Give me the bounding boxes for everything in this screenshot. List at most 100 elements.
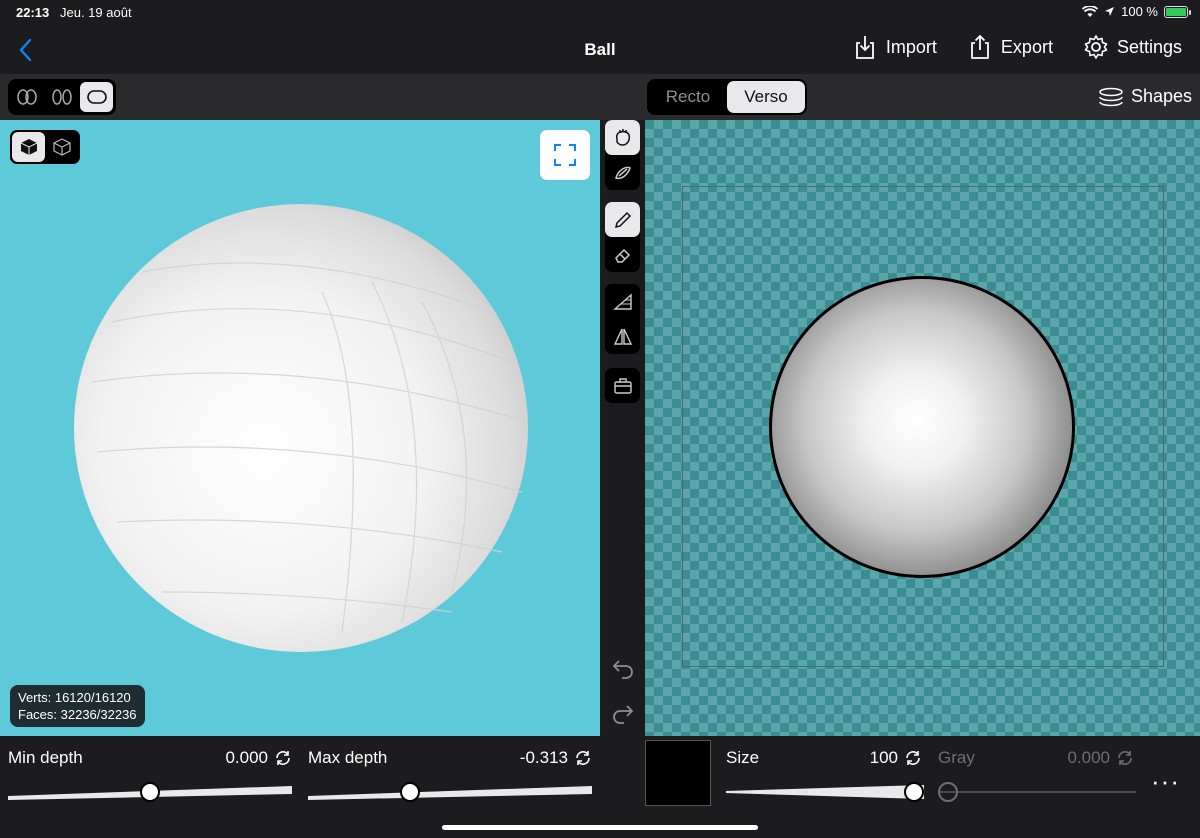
gray-value-group: 0.000: [1067, 748, 1134, 768]
size-label: Size: [726, 748, 760, 767]
gray-slider[interactable]: [938, 782, 1136, 802]
max-depth-value-group: -0.313: [520, 748, 592, 768]
min-depth-value-group: 0.000: [225, 748, 292, 768]
gray-value: 0.000: [1067, 748, 1110, 767]
size-knob[interactable]: [904, 782, 924, 802]
smooth-tool[interactable]: [605, 155, 640, 190]
gradient-tool[interactable]: [605, 284, 640, 319]
status-right: 100 %: [1082, 4, 1191, 19]
solid-cube-icon: [20, 139, 37, 155]
verso-option[interactable]: Verso: [727, 81, 805, 113]
recto-verso-control: Recto Verso: [647, 79, 807, 115]
size-value: 100: [869, 748, 898, 767]
eraser-icon: [614, 248, 630, 263]
export-button[interactable]: Export: [967, 34, 1053, 60]
undo-icon[interactable]: [610, 655, 636, 681]
max-depth-control: Max depth -0.313: [308, 736, 598, 836]
toolbox-tool[interactable]: [605, 368, 640, 403]
tool-group-gradient: [605, 284, 640, 354]
canvas-toolbar: Recto Verso Shapes: [645, 74, 1200, 120]
tool-group-draw: [605, 202, 640, 272]
fullscreen-icon: [554, 144, 576, 166]
size-slider[interactable]: [726, 782, 924, 802]
import-button[interactable]: Import: [852, 34, 937, 60]
status-bar: 22:13 Jeu. 19 août 100 %: [0, 0, 1200, 26]
nav-bar: Ball Import Export Settings: [0, 26, 1200, 74]
pencil-tool[interactable]: [605, 202, 640, 237]
export-icon: [971, 34, 989, 59]
bottom-controls: Min depth 0.000 Max depth -0.313 Size 10…: [0, 736, 1200, 838]
sculpt-tool[interactable]: [605, 120, 640, 155]
faces-count: Faces: 32236/32236: [18, 707, 137, 722]
double-oval-icon: [17, 89, 38, 105]
tool-group-shapes: [605, 120, 640, 190]
gradient-ramp-icon: [612, 292, 632, 310]
reset-min-depth-icon[interactable]: [274, 749, 292, 767]
min-depth-control: Min depth 0.000: [8, 736, 298, 836]
tool-column: [600, 120, 645, 736]
toolbox-icon: [613, 377, 632, 394]
reset-max-depth-icon[interactable]: [574, 749, 592, 767]
mode-capsule-option[interactable]: [80, 82, 114, 112]
mode-segmented-control: [8, 79, 116, 115]
shapes-label: Shapes: [1130, 86, 1192, 106]
depth-map-ball: [769, 276, 1075, 578]
max-depth-slider[interactable]: [308, 782, 592, 802]
battery-percent: 100 %: [1121, 4, 1158, 19]
tool-group-toolbox: [605, 368, 640, 403]
depth-canvas[interactable]: [645, 120, 1200, 736]
eraser-tool[interactable]: [605, 237, 640, 272]
min-depth-knob[interactable]: [140, 782, 160, 802]
wifi-icon: [1082, 5, 1099, 17]
size-control: Size 100: [726, 736, 926, 836]
home-indicator[interactable]: [442, 825, 758, 830]
wireframe-cube-icon: [52, 138, 71, 156]
capsule-icon: [86, 90, 107, 104]
shapes-stack-icon: [1099, 87, 1123, 106]
max-depth-label: Max depth: [308, 748, 388, 767]
reset-size-icon[interactable]: [904, 749, 922, 767]
mesh-stats: Verts: 16120/16120 Faces: 32236/32236: [10, 685, 145, 727]
gray-knob[interactable]: [938, 782, 958, 802]
verts-count: Verts: 16120/16120: [18, 690, 131, 705]
render-mode-toggle: [10, 130, 80, 164]
max-depth-value: -0.313: [519, 748, 568, 767]
settings-button[interactable]: Settings: [1083, 34, 1182, 60]
mirror-tool[interactable]: [605, 319, 640, 354]
3d-ball-model: [74, 204, 528, 652]
mode-split-option[interactable]: [46, 82, 79, 112]
status-time: 22:13: [16, 5, 50, 20]
color-swatch[interactable]: [645, 740, 711, 806]
import-label: Import: [885, 36, 937, 57]
size-value-group: 100: [870, 748, 922, 768]
battery-icon: [1164, 5, 1191, 18]
min-depth-slider[interactable]: [8, 782, 292, 802]
recto-option[interactable]: Recto: [649, 81, 727, 113]
min-depth-value: 0.000: [225, 748, 268, 767]
gear-icon: [1084, 35, 1108, 59]
smooth-brush-icon: [614, 166, 631, 179]
gray-control: Gray 0.000: [938, 736, 1138, 836]
pencil-icon: [614, 211, 631, 228]
3d-viewport[interactable]: Verts: 16120/16120 Faces: 32236/32236: [0, 120, 600, 736]
shapes-button[interactable]: Shapes: [1097, 86, 1192, 107]
mode-toolbar: [0, 74, 645, 120]
fullscreen-button[interactable]: [540, 130, 590, 180]
location-icon: [1105, 7, 1115, 16]
min-depth-label: Min depth: [8, 748, 83, 767]
mode-mirror-option[interactable]: [11, 82, 44, 112]
more-options-button[interactable]: ···: [1151, 766, 1180, 797]
redo-icon[interactable]: [610, 700, 636, 726]
reset-gray-icon[interactable]: [1116, 749, 1134, 767]
status-date: Jeu. 19 août: [60, 5, 132, 20]
solid-cube-option[interactable]: [12, 132, 45, 162]
export-label: Export: [1000, 36, 1053, 57]
mirror-symmetry-icon: [613, 328, 632, 345]
nav-actions: Import Export Settings: [852, 34, 1182, 60]
gray-label: Gray: [938, 748, 975, 767]
split-oval-icon: [52, 89, 72, 105]
settings-label: Settings: [1116, 36, 1182, 57]
import-icon: [856, 36, 874, 59]
wireframe-cube-option[interactable]: [45, 132, 78, 162]
hand-sculpt-icon: [615, 128, 630, 146]
